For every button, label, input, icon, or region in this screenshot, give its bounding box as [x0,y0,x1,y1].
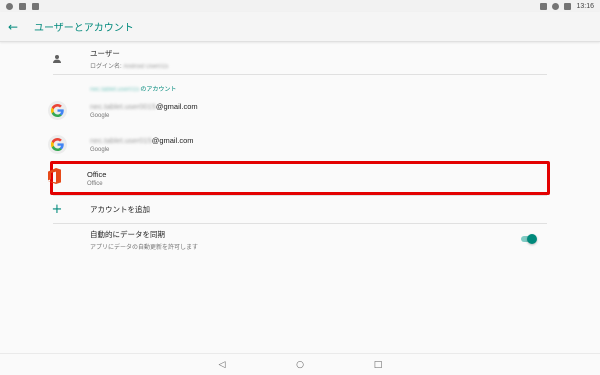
account-type: Google [90,146,110,153]
account-type: Office [87,180,103,187]
back-button[interactable]: ← [0,12,26,42]
app-icon [32,2,39,10]
section-label: のアカウント [140,87,177,93]
account-row-google-1[interactable]: nec.tablet.user0015@gmail.com Google [47,93,547,127]
app-bar: ← ユーザーとアカウント [0,12,600,42]
wifi-icon [552,2,560,10]
office-icon [47,168,61,188]
plus-icon: + [51,202,63,217]
google-icon [47,100,67,120]
auto-sync-texts: 自動的にデータを同期 アプリにデータの自動更新を許可します [90,229,198,251]
email-suffix: @gmail.com [151,135,194,145]
vibrate-icon [540,2,548,10]
settings-list: ユーザー ログイン名: Android User015 nec.tablet.u… [47,43,550,255]
navigation-bar: ◁ ○ □ [0,353,600,375]
user-row[interactable]: ユーザー ログイン名: Android User015 [53,43,547,75]
account-type: Google [90,112,110,119]
nav-back-icon[interactable]: ◁ [216,359,228,371]
location-icon [6,2,13,10]
account-email: nec.tablet.user0015@gmail.com [90,102,198,111]
toggle-knob [527,234,537,244]
page-title: ユーザーとアカウント [34,23,134,34]
user-name: ユーザー [90,48,120,58]
arrow-back-icon: ← [7,19,19,34]
user-texts: ユーザー ログイン名: Android User015 [90,48,168,70]
account-row-google-2[interactable]: nec.tablet.user015@gmail.com Google [47,127,547,161]
account-texts: nec.tablet.user0015@gmail.com Google [90,102,198,119]
status-right: 13:16 [540,2,594,10]
add-account-label: アカウントを追加 [90,205,150,214]
google-icon [47,134,67,154]
auto-sync-subtitle: アプリにデータの自動更新を許可します [90,244,199,251]
accounts-section-header: nec.tablet.user015 のアカウント [53,75,547,93]
account-email: nec.tablet.user015@gmail.com [90,136,194,145]
email-suffix: @gmail.com [155,101,198,111]
auto-sync-row[interactable]: 自動的にデータを同期 アプリにデータの自動更新を許可します [53,223,547,255]
email-blurred: nec.tablet.user015 [90,135,152,145]
login-name: ログイン名: Android User015 [90,61,168,70]
account-row-office[interactable]: Office Office [47,161,550,195]
nav-recents-icon[interactable]: □ [372,359,384,371]
account-texts: Office Office [87,170,106,187]
status-left [6,2,39,10]
auto-sync-toggle[interactable] [521,234,537,244]
email-blurred: nec.tablet.user0015 [90,101,156,111]
nav-home-icon[interactable]: ○ [294,359,306,371]
person-icon [44,54,70,64]
image-icon [19,2,26,10]
battery-icon [564,2,572,10]
login-prefix: ログイン名: [90,63,124,70]
account-name: Office [87,169,107,179]
status-time: 13:16 [576,2,594,10]
login-name-value: Android User015 [123,63,169,70]
account-texts: nec.tablet.user015@gmail.com Google [90,136,194,153]
add-account-row[interactable]: + アカウントを追加 [51,195,547,223]
auto-sync-title: 自動的にデータを同期 [90,229,165,239]
status-bar: 13:16 [0,0,600,12]
